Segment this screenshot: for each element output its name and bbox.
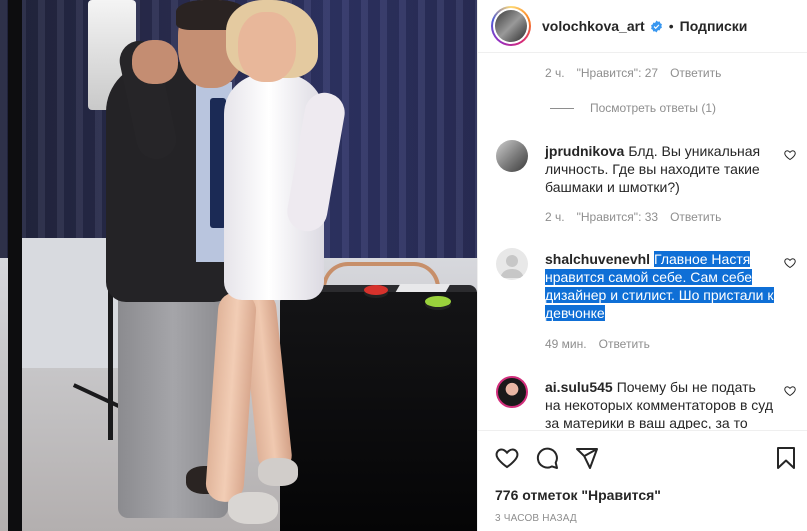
comment-body: ai.sulu545 Почему бы не подать на некотор… [545, 378, 775, 429]
comment-time: 2 ч. [545, 66, 565, 80]
comment-icon[interactable] [534, 445, 560, 471]
comment-body: shalchuvenevhl Главное Настя нравится сам… [545, 250, 775, 322]
man-fist [132, 40, 178, 84]
comment-item: shalchuvenevhl Главное Настя нравится сам… [496, 248, 801, 351]
author-avatar[interactable] [491, 6, 531, 46]
send-icon[interactable] [574, 445, 600, 471]
replies-line [550, 107, 574, 109]
following-button[interactable]: Подписки [680, 18, 748, 34]
woman-face [238, 12, 296, 82]
bookmark-icon[interactable] [773, 445, 799, 471]
comments-list: 2 ч. "Нравится": 27 Ответить Посмотреть … [478, 54, 807, 429]
table [280, 292, 477, 531]
post-photo[interactable] [0, 0, 477, 531]
reply-button[interactable]: Ответить [670, 210, 721, 224]
comment-likes[interactable]: "Нравится": 27 [577, 66, 659, 80]
commenter-username[interactable]: shalchuvenevhl [545, 251, 650, 267]
heart-icon[interactable] [784, 384, 796, 397]
heart-icon[interactable] [784, 256, 796, 269]
woman-shoe [228, 492, 278, 524]
verified-badge-icon [650, 20, 663, 33]
author-username[interactable]: volochkova_art [542, 18, 645, 34]
commenter-username[interactable]: ai.sulu545 [545, 379, 613, 395]
comment-likes[interactable]: "Нравится": 33 [577, 210, 659, 224]
commenter-avatar[interactable] [496, 248, 528, 280]
likes-count[interactable]: 776 отметок "Нравится" [495, 487, 661, 503]
reply-button[interactable]: Ответить [599, 337, 650, 351]
comment-meta: 49 мин. Ответить [545, 337, 650, 351]
commenter-username[interactable]: jprudnikova [545, 143, 624, 159]
comment-meta: 2 ч. "Нравится": 27 Ответить [545, 66, 721, 80]
studio-pole [8, 0, 22, 531]
comment-body: jprudnikova Блд. Вы уникальная личность. … [545, 142, 775, 196]
view-replies-button[interactable]: Посмотреть ответы (1) [550, 101, 716, 115]
green-buzzer [425, 296, 451, 307]
post-timestamp[interactable]: 3 ЧАСОВ НАЗАД [495, 513, 577, 524]
heart-icon[interactable] [784, 148, 796, 161]
comment-item: ai.sulu545 Почему бы не подать на некотор… [496, 376, 801, 429]
comment-meta: 2 ч. "Нравится": 33 Ответить [545, 210, 721, 224]
separator-dot: • [668, 18, 674, 34]
comment-time: 2 ч. [545, 210, 565, 224]
comment-item: jprudnikova Блд. Вы уникальная личность. … [496, 140, 801, 230]
heart-icon[interactable] [494, 445, 520, 471]
reply-button[interactable]: Ответить [670, 66, 721, 80]
commenter-avatar[interactable] [496, 376, 528, 408]
woman-shoe [258, 458, 298, 486]
post-sidebar: volochkova_art • Подписки 2 ч. "Нравится… [477, 0, 807, 531]
post-header: volochkova_art • Подписки [478, 0, 807, 53]
paper-sheet [395, 284, 451, 292]
commenter-avatar[interactable] [496, 140, 528, 172]
view-replies-label[interactable]: Посмотреть ответы (1) [590, 101, 716, 115]
red-buzzer [364, 285, 388, 295]
post-actions-bar [478, 430, 807, 482]
comment-time: 49 мин. [545, 337, 587, 351]
